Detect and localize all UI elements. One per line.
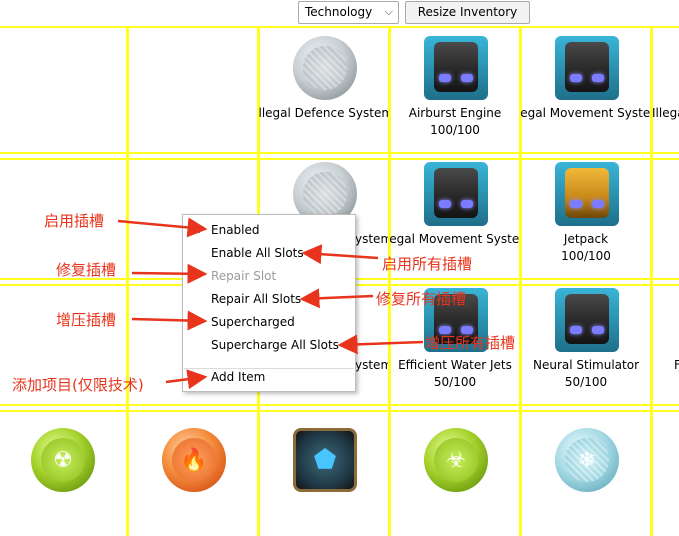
inventory-slot[interactable]: Illegal Movement System: [519, 26, 653, 160]
item-name: Illegal Defence System: [259, 106, 389, 120]
item-name: ystem: [355, 358, 389, 372]
item-name: F: [674, 358, 679, 372]
menu-item-supercharge-all-slots[interactable]: Supercharge All Slots: [211, 338, 339, 358]
annotation-repair-all: 修复所有插槽: [376, 290, 467, 308]
chevron-down-icon: ⌵: [384, 5, 393, 18]
annotation-enable-slot: 启用插槽: [44, 212, 105, 230]
item-name: Illegal: [652, 106, 679, 120]
annotation-add-item: 添加项目(仅限技术): [12, 376, 144, 394]
menu-item-repair-slot[interactable]: Repair Slot: [211, 269, 276, 289]
category-select[interactable]: Technology ⌵: [298, 1, 399, 24]
movement-system-icon: [555, 36, 619, 100]
menu-item-add-item[interactable]: Add Item: [211, 370, 265, 390]
item-charge: 100/100: [430, 123, 480, 137]
annotation-supercharge-all: 增压所有插槽: [425, 334, 516, 352]
item-name: Jetpack: [563, 232, 609, 246]
item-charge: 50/100: [433, 375, 477, 389]
inventory-slot[interactable]: [650, 404, 679, 536]
category-select-value: Technology: [305, 5, 373, 19]
inventory-slot[interactable]: Airburst Engine 100/100: [388, 26, 522, 160]
inventory-slot[interactable]: ☢: [0, 404, 129, 536]
slot-context-menu: ✓ Enabled Enable All Slots Repair Slot R…: [182, 214, 356, 392]
inventory-slot[interactable]: F: [650, 278, 679, 412]
defence-system-icon: [293, 36, 357, 100]
inventory-slot[interactable]: 🔥: [126, 404, 260, 536]
neural-stimulator-icon: [555, 288, 619, 352]
annotation-supercharge-slot: 增压插槽: [56, 311, 117, 329]
inventory-slot[interactable]: Jetpack 100/100: [519, 152, 653, 286]
item-name: Illegal Movement System: [521, 106, 651, 120]
item-name: Airburst Engine: [408, 106, 502, 120]
inventory-slot[interactable]: ❄: [519, 404, 653, 536]
item-name: Efficient Water Jets: [398, 358, 512, 372]
biohazard-icon: ☣: [424, 428, 488, 492]
checkmark-icon: ✓: [196, 223, 207, 237]
inventory-slot[interactable]: ⬟: [257, 404, 391, 536]
menu-item-enable-all-slots[interactable]: Enable All Slots: [211, 246, 304, 266]
inventory-slot[interactable]: Illegal Defence System: [257, 26, 391, 160]
annotation-enable-all: 启用所有插槽: [382, 255, 473, 273]
movement-system-icon: [424, 162, 488, 226]
inventory-slot[interactable]: [0, 26, 129, 160]
resize-inventory-button[interactable]: Resize Inventory: [405, 1, 530, 24]
item-name: Illegal Movement System: [390, 232, 520, 246]
inventory-slot[interactable]: Neural Stimulator 50/100: [519, 278, 653, 412]
menu-item-enabled[interactable]: Enabled: [211, 223, 260, 243]
menu-item-repair-all-slots[interactable]: Repair All Slots: [211, 292, 301, 312]
inventory-slot[interactable]: Illegal: [650, 26, 679, 160]
inventory-slot[interactable]: [650, 152, 679, 286]
item-name: Neural Stimulator: [532, 358, 640, 372]
inventory-slot[interactable]: [126, 26, 260, 160]
cold-icon: ❄: [555, 428, 619, 492]
menu-item-supercharged[interactable]: Supercharged: [211, 315, 295, 335]
engine-icon: [424, 36, 488, 100]
menu-separator: [184, 368, 354, 369]
item-name: ystem: [355, 232, 389, 246]
jetpack-icon: [555, 162, 619, 226]
radiation-icon: ☢: [31, 428, 95, 492]
annotation-repair-slot: 修复插槽: [56, 261, 117, 279]
toolbar: Technology ⌵ Resize Inventory: [0, 0, 679, 30]
item-charge: 50/100: [564, 375, 608, 389]
item-charge: 100/100: [561, 249, 611, 263]
water-shield-icon: ⬟: [293, 428, 357, 492]
inventory-slot[interactable]: ☣: [388, 404, 522, 536]
fire-icon: 🔥: [162, 428, 226, 492]
